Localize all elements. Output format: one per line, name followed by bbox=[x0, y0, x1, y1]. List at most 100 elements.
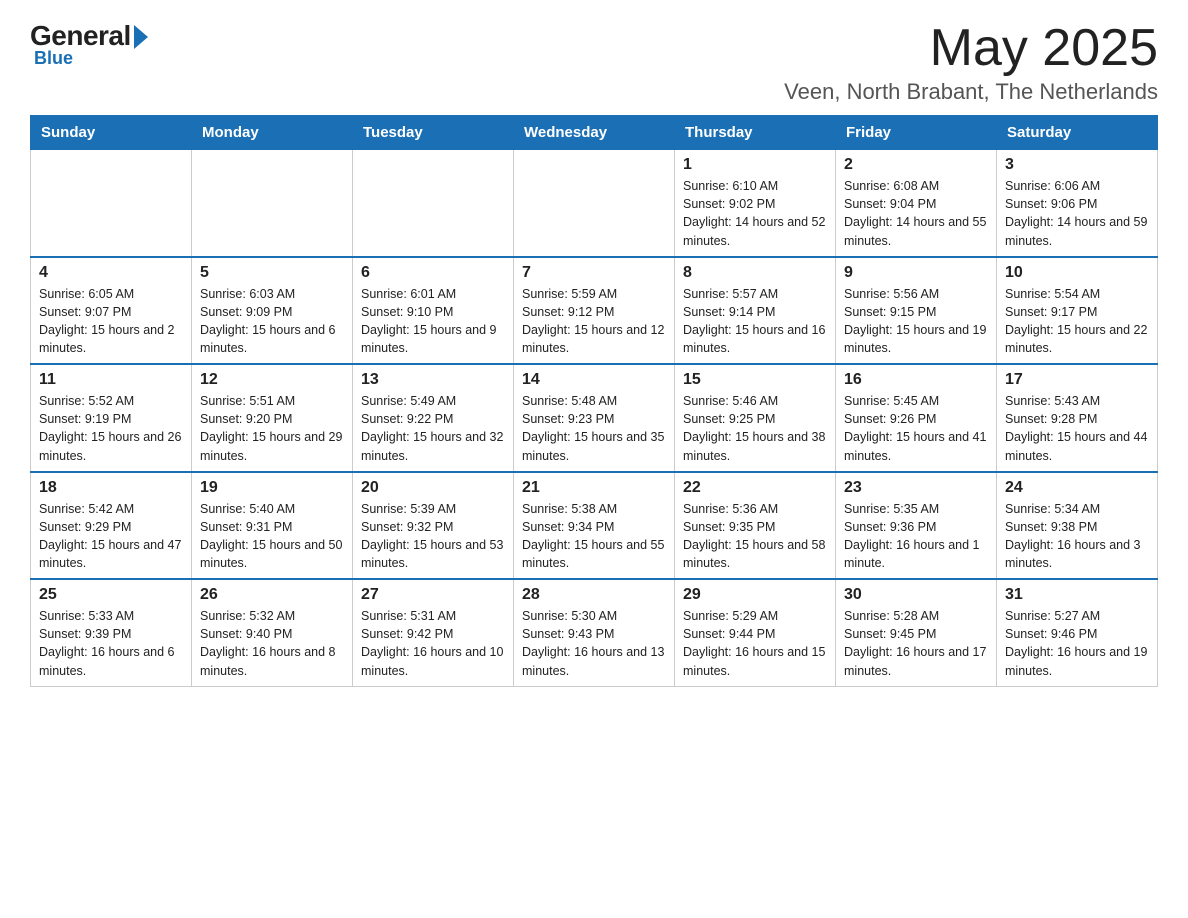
calendar-cell bbox=[514, 150, 675, 257]
logo-arrow-icon bbox=[134, 25, 148, 49]
day-number: 5 bbox=[200, 264, 344, 282]
day-info: Sunrise: 5:48 AMSunset: 9:23 PMDaylight:… bbox=[522, 392, 666, 465]
calendar-cell: 26 Sunrise: 5:32 AMSunset: 9:40 PMDayligh… bbox=[192, 579, 353, 686]
calendar-cell: 17Sunrise: 5:43 AMSunset: 9:28 PMDayligh… bbox=[997, 364, 1158, 472]
calendar-cell: 27 Sunrise: 5:31 AMSunset: 9:42 PMDayligh… bbox=[353, 579, 514, 686]
day-number: 24 bbox=[1005, 479, 1149, 497]
day-info: Sunrise: 6:10 AMSunset: 9:02 PMDaylight:… bbox=[683, 177, 827, 250]
calendar-cell: 8 Sunrise: 5:57 AMSunset: 9:14 PMDaylight… bbox=[675, 257, 836, 365]
calendar-cell: 23Sunrise: 5:35 AMSunset: 9:36 PMDayligh… bbox=[836, 472, 997, 580]
calendar-cell: 10Sunrise: 5:54 AMSunset: 9:17 PMDayligh… bbox=[997, 257, 1158, 365]
day-info: Sunrise: 6:03 AMSunset: 9:09 PMDaylight:… bbox=[200, 285, 344, 358]
calendar-cell: 18Sunrise: 5:42 AMSunset: 9:29 PMDayligh… bbox=[31, 472, 192, 580]
day-number: 3 bbox=[1005, 156, 1149, 174]
calendar-cell bbox=[31, 150, 192, 257]
day-info: Sunrise: 5:34 AMSunset: 9:38 PMDaylight:… bbox=[1005, 500, 1149, 573]
day-number: 4 bbox=[39, 264, 183, 282]
day-info: Sunrise: 5:36 AMSunset: 9:35 PMDaylight:… bbox=[683, 500, 827, 573]
calendar-cell: 5 Sunrise: 6:03 AMSunset: 9:09 PMDaylight… bbox=[192, 257, 353, 365]
day-number: 10 bbox=[1005, 264, 1149, 282]
day-number: 18 bbox=[39, 479, 183, 497]
day-info: Sunrise: 6:08 AMSunset: 9:04 PMDaylight:… bbox=[844, 177, 988, 250]
day-info: Sunrise: 5:52 AMSunset: 9:19 PMDaylight:… bbox=[39, 392, 183, 465]
page-header: General Blue May 2025 Veen, North Braban… bbox=[30, 20, 1158, 105]
day-info: Sunrise: 5:38 AMSunset: 9:34 PMDaylight:… bbox=[522, 500, 666, 573]
calendar-cell: 4 Sunrise: 6:05 AMSunset: 9:07 PMDaylight… bbox=[31, 257, 192, 365]
day-number: 22 bbox=[683, 479, 827, 497]
day-info: Sunrise: 5:39 AMSunset: 9:32 PMDaylight:… bbox=[361, 500, 505, 573]
day-number: 16 bbox=[844, 371, 988, 389]
weekday-header-sunday: Sunday bbox=[31, 116, 192, 150]
day-number: 13 bbox=[361, 371, 505, 389]
calendar-cell: 31Sunrise: 5:27 AMSunset: 9:46 PMDayligh… bbox=[997, 579, 1158, 686]
calendar-week-row: 18Sunrise: 5:42 AMSunset: 9:29 PMDayligh… bbox=[31, 472, 1158, 580]
day-info: Sunrise: 5:28 AMSunset: 9:45 PMDaylight:… bbox=[844, 607, 988, 680]
calendar-cell: 14 Sunrise: 5:48 AMSunset: 9:23 PMDayligh… bbox=[514, 364, 675, 472]
day-number: 17 bbox=[1005, 371, 1149, 389]
calendar-cell: 12 Sunrise: 5:51 AMSunset: 9:20 PMDayligh… bbox=[192, 364, 353, 472]
day-info: Sunrise: 6:05 AMSunset: 9:07 PMDaylight:… bbox=[39, 285, 183, 358]
day-info: Sunrise: 5:51 AMSunset: 9:20 PMDaylight:… bbox=[200, 392, 344, 465]
calendar-cell: 3Sunrise: 6:06 AMSunset: 9:06 PMDaylight… bbox=[997, 150, 1158, 257]
day-info: Sunrise: 5:59 AMSunset: 9:12 PMDaylight:… bbox=[522, 285, 666, 358]
weekday-header-monday: Monday bbox=[192, 116, 353, 150]
weekday-header-saturday: Saturday bbox=[997, 116, 1158, 150]
day-number: 7 bbox=[522, 264, 666, 282]
day-number: 23 bbox=[844, 479, 988, 497]
weekday-header-tuesday: Tuesday bbox=[353, 116, 514, 150]
calendar-cell: 19 Sunrise: 5:40 AMSunset: 9:31 PMDayligh… bbox=[192, 472, 353, 580]
calendar-cell: 9Sunrise: 5:56 AMSunset: 9:15 PMDaylight… bbox=[836, 257, 997, 365]
calendar-header-row: SundayMondayTuesdayWednesdayThursdayFrid… bbox=[31, 116, 1158, 150]
calendar-week-row: 1 Sunrise: 6:10 AMSunset: 9:02 PMDaylight… bbox=[31, 150, 1158, 257]
calendar-cell: 15 Sunrise: 5:46 AMSunset: 9:25 PMDayligh… bbox=[675, 364, 836, 472]
calendar-table: SundayMondayTuesdayWednesdayThursdayFrid… bbox=[30, 115, 1158, 687]
day-number: 15 bbox=[683, 371, 827, 389]
day-number: 2 bbox=[844, 156, 988, 174]
calendar-cell: 13Sunrise: 5:49 AMSunset: 9:22 PMDayligh… bbox=[353, 364, 514, 472]
weekday-header-friday: Friday bbox=[836, 116, 997, 150]
day-info: Sunrise: 5:46 AMSunset: 9:25 PMDaylight:… bbox=[683, 392, 827, 465]
calendar-cell: 11 Sunrise: 5:52 AMSunset: 9:19 PMDayligh… bbox=[31, 364, 192, 472]
day-info: Sunrise: 5:45 AMSunset: 9:26 PMDaylight:… bbox=[844, 392, 988, 465]
day-info: Sunrise: 5:33 AMSunset: 9:39 PMDaylight:… bbox=[39, 607, 183, 680]
day-info: Sunrise: 5:27 AMSunset: 9:46 PMDaylight:… bbox=[1005, 607, 1149, 680]
calendar-week-row: 11 Sunrise: 5:52 AMSunset: 9:19 PMDayligh… bbox=[31, 364, 1158, 472]
day-info: Sunrise: 5:30 AMSunset: 9:43 PMDaylight:… bbox=[522, 607, 666, 680]
calendar-cell: 22 Sunrise: 5:36 AMSunset: 9:35 PMDayligh… bbox=[675, 472, 836, 580]
day-info: Sunrise: 5:32 AMSunset: 9:40 PMDaylight:… bbox=[200, 607, 344, 680]
day-info: Sunrise: 5:40 AMSunset: 9:31 PMDaylight:… bbox=[200, 500, 344, 573]
day-number: 21 bbox=[522, 479, 666, 497]
day-number: 11 bbox=[39, 371, 183, 389]
calendar-cell: 28 Sunrise: 5:30 AMSunset: 9:43 PMDayligh… bbox=[514, 579, 675, 686]
day-number: 27 bbox=[361, 586, 505, 604]
day-number: 29 bbox=[683, 586, 827, 604]
logo: General Blue bbox=[30, 20, 148, 69]
calendar-cell: 30 Sunrise: 5:28 AMSunset: 9:45 PMDayligh… bbox=[836, 579, 997, 686]
weekday-header-wednesday: Wednesday bbox=[514, 116, 675, 150]
calendar-cell: 20 Sunrise: 5:39 AMSunset: 9:32 PMDayligh… bbox=[353, 472, 514, 580]
day-info: Sunrise: 5:57 AMSunset: 9:14 PMDaylight:… bbox=[683, 285, 827, 358]
day-number: 8 bbox=[683, 264, 827, 282]
calendar-week-row: 4 Sunrise: 6:05 AMSunset: 9:07 PMDaylight… bbox=[31, 257, 1158, 365]
day-info: Sunrise: 5:31 AMSunset: 9:42 PMDaylight:… bbox=[361, 607, 505, 680]
day-number: 30 bbox=[844, 586, 988, 604]
day-number: 14 bbox=[522, 371, 666, 389]
logo-blue-text: Blue bbox=[34, 48, 73, 69]
weekday-header-thursday: Thursday bbox=[675, 116, 836, 150]
calendar-cell: 16 Sunrise: 5:45 AMSunset: 9:26 PMDayligh… bbox=[836, 364, 997, 472]
day-number: 28 bbox=[522, 586, 666, 604]
calendar-cell: 21 Sunrise: 5:38 AMSunset: 9:34 PMDayligh… bbox=[514, 472, 675, 580]
day-number: 26 bbox=[200, 586, 344, 604]
calendar-cell: 29Sunrise: 5:29 AMSunset: 9:44 PMDayligh… bbox=[675, 579, 836, 686]
day-number: 12 bbox=[200, 371, 344, 389]
title-block: May 2025 Veen, North Brabant, The Nether… bbox=[784, 20, 1158, 105]
day-number: 20 bbox=[361, 479, 505, 497]
day-number: 1 bbox=[683, 156, 827, 174]
calendar-cell: 24 Sunrise: 5:34 AMSunset: 9:38 PMDayligh… bbox=[997, 472, 1158, 580]
calendar-cell bbox=[192, 150, 353, 257]
day-number: 9 bbox=[844, 264, 988, 282]
day-number: 19 bbox=[200, 479, 344, 497]
day-number: 25 bbox=[39, 586, 183, 604]
calendar-cell: 7 Sunrise: 5:59 AMSunset: 9:12 PMDaylight… bbox=[514, 257, 675, 365]
calendar-cell: 25 Sunrise: 5:33 AMSunset: 9:39 PMDayligh… bbox=[31, 579, 192, 686]
